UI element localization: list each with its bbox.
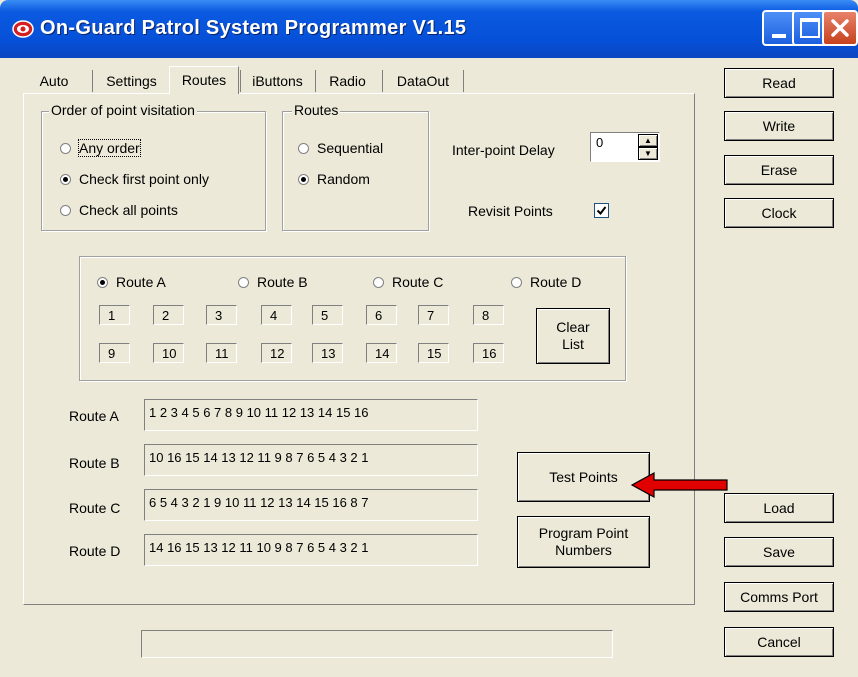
- tab-radio[interactable]: Radio: [315, 70, 379, 92]
- radio-check-all-points[interactable]: Check all points: [60, 202, 178, 218]
- radio-button: [511, 276, 522, 288]
- radio-label: Random: [317, 171, 370, 187]
- revisit-points-checkbox[interactable]: [594, 203, 609, 218]
- radio-label: Sequential: [317, 140, 384, 156]
- revisit-points-label: Revisit Points: [468, 203, 553, 219]
- radio-label: Route D: [530, 274, 582, 290]
- point-box-14[interactable]: 14: [366, 343, 397, 363]
- radio-button: [60, 142, 71, 154]
- close-icon: [831, 19, 849, 37]
- route-c-label: Route C: [69, 500, 121, 516]
- tab-routes[interactable]: Routes: [169, 66, 239, 94]
- arrow-down-icon: ▼: [644, 149, 652, 158]
- radio-route-c[interactable]: Route C: [373, 274, 443, 290]
- close-button[interactable]: [822, 10, 858, 46]
- point-box-11[interactable]: 11: [206, 343, 237, 363]
- route-a-field[interactable]: 1 2 3 4 5 6 7 8 9 10 11 12 13 14 15 16: [144, 399, 478, 431]
- radio-label: Route C: [392, 274, 444, 290]
- load-button[interactable]: Load: [724, 493, 834, 523]
- program-point-numbers-button[interactable]: Program Point Numbers: [517, 516, 650, 568]
- radio-route-a[interactable]: Route A: [97, 274, 166, 290]
- title-bar: On-Guard Patrol System Programmer V1.15: [0, 0, 858, 58]
- checkmark-icon: [596, 206, 607, 216]
- radio-label: Route B: [257, 274, 308, 290]
- read-button[interactable]: Read: [724, 68, 834, 98]
- radio-label: Route A: [116, 274, 166, 290]
- point-box-9[interactable]: 9: [99, 343, 130, 363]
- route-d-label: Route D: [69, 543, 121, 559]
- red-arrow-icon: [630, 471, 728, 499]
- radio-button: [60, 204, 71, 216]
- route-b-field[interactable]: 10 16 15 14 13 12 11 9 8 7 6 5 4 3 2 1: [144, 444, 478, 476]
- tab-auto[interactable]: Auto: [25, 70, 83, 92]
- tab-dataout[interactable]: DataOut: [382, 70, 464, 92]
- write-button[interactable]: Write: [724, 111, 834, 141]
- point-box-8[interactable]: 8: [473, 305, 504, 325]
- save-button[interactable]: Save: [724, 537, 834, 567]
- clear-list-line2: List: [562, 336, 584, 352]
- delay-value: 0: [596, 135, 604, 150]
- program-point-line1: Program Point: [538, 525, 629, 541]
- radio-check-first-point[interactable]: Check first point only: [60, 171, 209, 187]
- program-point-line2: Numbers: [555, 542, 612, 558]
- order-group-title: Order of point visitation: [49, 102, 197, 118]
- radio-label: Any order: [78, 139, 141, 157]
- radio-button: [373, 276, 384, 288]
- point-box-5[interactable]: 5: [312, 305, 343, 325]
- point-box-15[interactable]: 15: [418, 343, 449, 363]
- erase-button[interactable]: Erase: [724, 155, 834, 185]
- radio-button: [60, 173, 71, 185]
- inter-point-delay-label: Inter-point Delay: [452, 142, 555, 158]
- radio-sequential[interactable]: Sequential: [298, 140, 383, 156]
- route-a-label: Route A: [69, 408, 119, 424]
- point-box-1[interactable]: 1: [99, 305, 130, 325]
- radio-button: [97, 276, 108, 288]
- point-box-12[interactable]: 12: [261, 343, 292, 363]
- radio-label: Check all points: [79, 202, 178, 218]
- radio-route-b[interactable]: Route B: [238, 274, 308, 290]
- point-box-3[interactable]: 3: [206, 305, 237, 325]
- radio-route-d[interactable]: Route D: [511, 274, 581, 290]
- point-box-6[interactable]: 6: [366, 305, 397, 325]
- point-box-2[interactable]: 2: [153, 305, 184, 325]
- point-box-16[interactable]: 16: [473, 343, 504, 363]
- radio-button: [238, 276, 249, 288]
- clear-list-button[interactable]: Clear List: [536, 308, 610, 364]
- status-field: [141, 630, 613, 658]
- delay-down-button[interactable]: ▼: [638, 147, 658, 160]
- tab-ibuttons[interactable]: iButtons: [240, 70, 314, 92]
- route-d-field[interactable]: 14 16 15 13 12 11 10 9 8 7 6 5 4 3 2 1: [144, 534, 478, 566]
- point-box-13[interactable]: 13: [312, 343, 343, 363]
- route-b-label: Route B: [69, 455, 120, 471]
- radio-button: [298, 173, 309, 185]
- point-box-10[interactable]: 10: [153, 343, 184, 363]
- radio-random[interactable]: Random: [298, 171, 370, 187]
- clear-list-line1: Clear: [556, 319, 590, 335]
- radio-button: [298, 142, 309, 154]
- window-title: On-Guard Patrol System Programmer V1.15: [40, 17, 467, 39]
- tab-settings[interactable]: Settings: [92, 70, 170, 92]
- cancel-button[interactable]: Cancel: [724, 627, 834, 657]
- clock-button[interactable]: Clock: [724, 198, 834, 228]
- point-box-4[interactable]: 4: [261, 305, 292, 325]
- radio-any-order[interactable]: Any order: [60, 139, 141, 157]
- comms-port-button[interactable]: Comms Port: [724, 582, 834, 612]
- app-eye-icon: [12, 20, 34, 38]
- radio-label: Check first point only: [79, 171, 209, 187]
- point-box-7[interactable]: 7: [418, 305, 449, 325]
- route-c-field[interactable]: 6 5 4 3 2 1 9 10 11 12 13 14 15 16 8 7: [144, 489, 478, 521]
- routes-group-title: Routes: [292, 102, 341, 118]
